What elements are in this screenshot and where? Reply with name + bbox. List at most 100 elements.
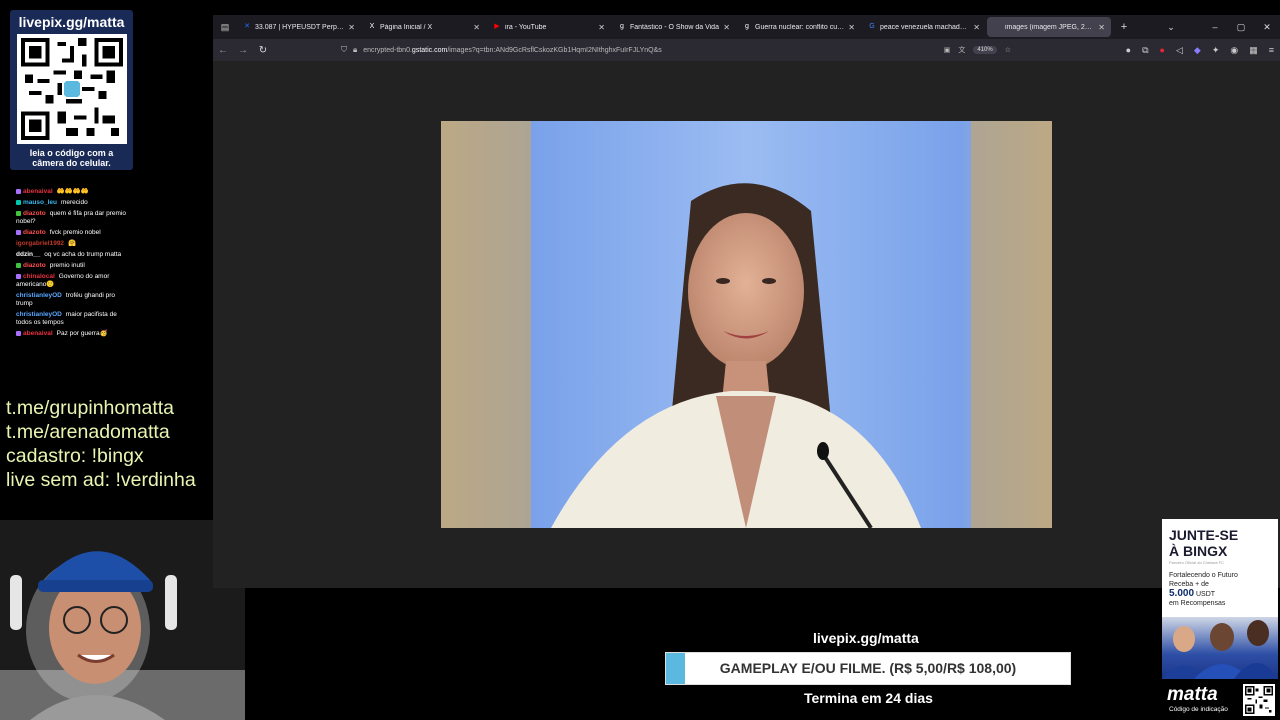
- qr-caption-line2: câmera do celular.: [32, 158, 111, 168]
- account-icon[interactable]: ●: [1126, 45, 1131, 55]
- links-overlay: t.me/grupinhomatta t.me/arenadomatta cad…: [6, 396, 196, 492]
- browser-tab[interactable]: ✕ 33.087 | HYPEUSDT Perpétuos c ✕: [237, 17, 361, 37]
- chat-username[interactable]: christianleyOD: [16, 292, 62, 299]
- new-tab-button[interactable]: +: [1112, 21, 1136, 33]
- translate-icon[interactable]: 文: [958, 45, 965, 55]
- maximize-button[interactable]: ▢: [1228, 22, 1254, 33]
- extension-icon[interactable]: ◆: [1194, 45, 1201, 56]
- extension-ai-icon[interactable]: ✦: [1212, 45, 1220, 56]
- address-bar[interactable]: ⛉ 🔒︎ encrypted-tbn0. gstatic.com/images?q…: [341, 41, 1011, 59]
- ad-amount: 5.000: [1169, 588, 1195, 599]
- chat-message: diazoto quem é fifa pra dar premio nobel?: [16, 210, 128, 226]
- reload-button[interactable]: ↻: [253, 45, 273, 56]
- close-window-button[interactable]: ✕: [1254, 22, 1280, 33]
- window-controls: ⌄ – ▢ ✕: [1158, 15, 1280, 39]
- browser-tab[interactable]: g Fantástico - O Show da Vida ✕: [612, 17, 736, 37]
- tab-close-icon[interactable]: ✕: [973, 23, 980, 32]
- chat-message: abenaival 🤲🤲🤲🤲: [16, 188, 128, 196]
- tab-title: Página Inicial / X: [380, 23, 433, 31]
- navigation-bar: ← → ↻ ⛉ 🔒︎ encrypted-tbn0. gstatic.com/im…: [213, 39, 1280, 61]
- tab-title: ira - YouTube: [505, 23, 547, 31]
- menu-icon[interactable]: ≡: [1269, 45, 1274, 55]
- tab-close-icon[interactable]: ✕: [348, 23, 355, 32]
- link-telegram-group: t.me/grupinhomatta: [6, 397, 175, 419]
- chat-username[interactable]: ddzin__: [16, 251, 40, 258]
- browser-tab[interactable]: images (imagem JPEG, 275 × 183 p ✕: [987, 17, 1111, 37]
- goal-text: GAMEPLAY E/OU FILME. (R$ 5,00/R$ 108,00): [719, 660, 1017, 676]
- lock-icon[interactable]: 🔒︎: [353, 45, 357, 55]
- tab-favicon-icon: X: [369, 23, 375, 30]
- ad-players-image: [1162, 617, 1278, 679]
- tracking-protection-icon[interactable]: ⛉: [341, 45, 347, 55]
- chat-emote: 🤲🤲🤲🤲: [56, 188, 90, 195]
- tab-list-icon[interactable]: ▤: [213, 22, 237, 33]
- tab-title: Guerra nuclear: conflito curto p: [755, 23, 845, 31]
- chat-message: abenaival Paz por guerra🥳: [16, 330, 128, 338]
- bookmark-star-icon[interactable]: ☆: [1005, 46, 1011, 54]
- chat-username[interactable]: diazoto: [23, 210, 46, 217]
- chat-message: christianleyOD troféu ghandi pro trump: [16, 292, 128, 308]
- tab-title: Fantástico - O Show da Vida: [630, 23, 719, 31]
- livepix-label: livepix.gg/matta: [813, 630, 919, 646]
- chat-message: ddzin__ oq vc acha do trump matta: [16, 251, 128, 259]
- browser-tab[interactable]: ▶ ira - YouTube ✕: [487, 17, 611, 37]
- forward-button[interactable]: →: [233, 45, 253, 56]
- extension-circle-icon[interactable]: ◉: [1230, 45, 1238, 56]
- tab-title: peace venezuela machado - Go: [880, 23, 969, 31]
- url-host: gstatic.com: [411, 46, 448, 54]
- qr-panel: livepix.gg/matta leia o código com a câm…: [10, 10, 133, 170]
- ad-headline: JUNTE-SE À BINGX: [1162, 519, 1278, 559]
- reader-view-icon[interactable]: ▣: [944, 46, 951, 54]
- tab-close-icon[interactable]: ✕: [598, 23, 605, 32]
- webcam-feed: [0, 520, 245, 720]
- browser-tab[interactable]: g Guerra nuclear: conflito curto p ✕: [737, 17, 861, 37]
- chat-emote: 🙂: [46, 281, 55, 288]
- chat-feed: abenaival 🤲🤲🤲🤲 mauso_leu merecido diazoto que…: [16, 188, 128, 341]
- chat-username[interactable]: igorgabriel1992: [16, 240, 64, 247]
- tab-close-icon[interactable]: ✕: [1098, 23, 1105, 32]
- tab-favicon-icon: g: [745, 23, 749, 30]
- chat-username[interactable]: christianleyOD: [16, 311, 62, 318]
- chat-badge-icon: [16, 188, 21, 194]
- browser-tab[interactable]: X Página Inicial / X ✕: [362, 17, 486, 37]
- chat-badge-icon: [16, 210, 21, 216]
- chat-text: fvck premio nobel: [49, 229, 101, 236]
- chat-username[interactable]: abenaival: [23, 330, 53, 337]
- ad-desc3: em Recompensas: [1169, 600, 1226, 607]
- chat-username[interactable]: mauso_leu: [23, 199, 57, 206]
- ad-headline-line2: À BINGX: [1169, 543, 1228, 559]
- tab-favicon-icon: g: [620, 23, 624, 30]
- zoom-level[interactable]: 410%: [973, 46, 997, 54]
- extension-puzzle-icon[interactable]: ⧉: [1142, 45, 1148, 56]
- ad-currency: USDT: [1195, 591, 1216, 598]
- chat-username[interactable]: abenaival: [23, 188, 53, 195]
- chat-username[interactable]: diazoto: [23, 262, 46, 269]
- chat-username[interactable]: diazoto: [23, 229, 46, 236]
- tab-bar: ▤ ✕ 33.087 | HYPEUSDT Perpétuos c ✕ X Página…: [213, 15, 1280, 39]
- chat-emote: 🤗: [68, 240, 77, 247]
- extension-grid-icon[interactable]: ▦: [1249, 45, 1258, 56]
- extensions-toolbar: ● ⧉ ● ◁ ◆ ✦ ◉ ▦ ≡: [1126, 41, 1274, 59]
- tab-close-icon[interactable]: ✕: [723, 23, 730, 32]
- chat-text: premio inutil: [49, 262, 85, 269]
- chat-username[interactable]: chinalocal: [23, 273, 55, 280]
- back-button[interactable]: ←: [213, 45, 233, 56]
- qr-caption: leia o código com a câmera do celular.: [10, 148, 133, 168]
- qr-code: [16, 34, 127, 144]
- tab-close-icon[interactable]: ✕: [473, 23, 480, 32]
- record-extension-icon[interactable]: ●: [1160, 45, 1165, 55]
- chat-message: mauso_leu merecido: [16, 199, 128, 207]
- tab-favicon-icon: ▶: [494, 23, 500, 30]
- url-prefix: encrypted-tbn0.: [363, 46, 412, 54]
- qr-title: livepix.gg/matta: [18, 14, 125, 30]
- browser-tab[interactable]: Gpeace venezuela machado - Go ✕: [862, 17, 986, 37]
- tab-close-icon[interactable]: ✕: [848, 23, 855, 32]
- speaker-icon[interactable]: ◁: [1176, 45, 1183, 56]
- bingx-ad: JUNTE-SE À BINGX Parceiro Oficial do Che…: [1162, 519, 1278, 679]
- tab-favicon-icon: G: [869, 23, 875, 30]
- tab-favicon-icon: ✕: [244, 23, 250, 30]
- minimize-button[interactable]: –: [1202, 22, 1228, 32]
- ad-description: Fortalecendo o Futuro Receba + de 5.000 …: [1162, 571, 1278, 608]
- tab-overflow-icon[interactable]: ⌄: [1158, 22, 1184, 33]
- news-photo[interactable]: [441, 121, 1052, 528]
